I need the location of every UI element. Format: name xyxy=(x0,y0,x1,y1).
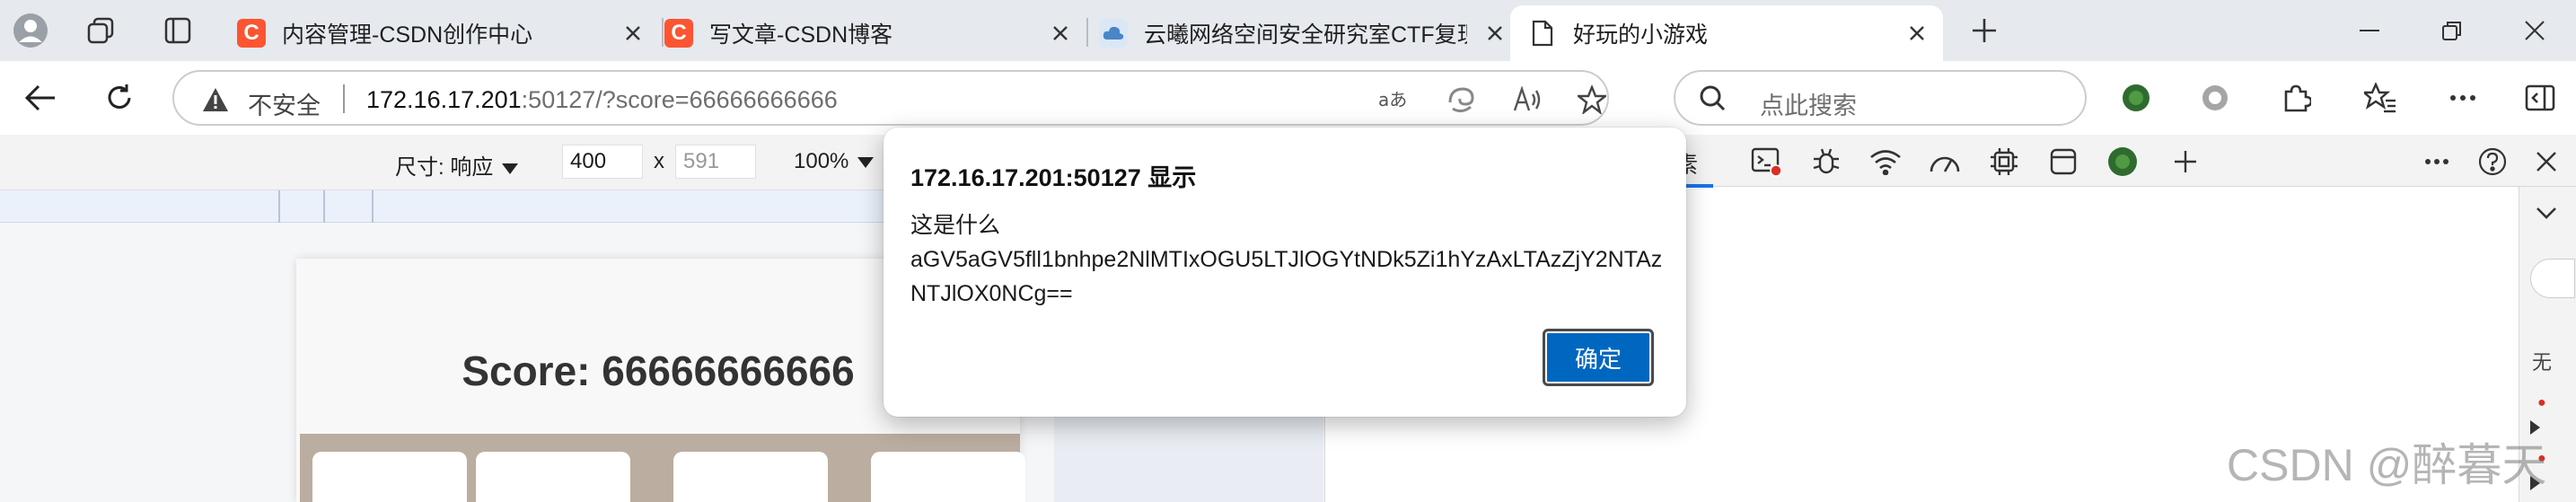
close-icon[interactable] xyxy=(620,20,646,47)
dialog-message-line: NTJlOX0NCg== xyxy=(910,281,1073,306)
read-aloud-icon[interactable] xyxy=(1510,83,1544,117)
dialog-message: 这是什么 aGV5aGV5fll1bnhpe2NlMTIxOGU5LTJlOGY… xyxy=(910,208,1665,311)
sidebar-toggle-icon[interactable] xyxy=(2519,77,2561,119)
grid-cell xyxy=(871,452,1025,502)
security-label[interactable]: 不安全 xyxy=(248,86,321,121)
favorite-star-icon[interactable] xyxy=(1575,83,1609,117)
tab-actions-icon[interactable] xyxy=(160,13,196,48)
grid-cell xyxy=(673,452,828,502)
devtools-close-icon[interactable] xyxy=(2530,145,2563,178)
warning-icon[interactable] xyxy=(201,86,230,118)
more-menu-icon[interactable] xyxy=(2442,77,2484,119)
dimensions-label: 尺寸: 响应 xyxy=(395,155,494,180)
device-width-input[interactable]: 400 xyxy=(562,145,643,179)
filter-input[interactable] xyxy=(2530,259,2575,298)
tab-title: 写文章-CSDN博客 xyxy=(709,22,893,48)
ruler-mark xyxy=(372,190,374,223)
csdn-icon: C xyxy=(237,19,266,48)
favorites-icon[interactable] xyxy=(2360,77,2401,119)
grid-cell xyxy=(312,452,467,502)
watermark: CSDN @醉暮天 xyxy=(2227,440,2547,490)
close-icon[interactable] xyxy=(1903,20,1930,47)
dimension-separator: x xyxy=(654,149,664,173)
window-close-icon[interactable] xyxy=(2493,0,2576,61)
translate-icon[interactable]: aあ xyxy=(1377,83,1411,117)
back-icon[interactable] xyxy=(20,77,61,119)
dialog-title: 172.16.17.201:50127 显示 xyxy=(910,164,1197,191)
dialog-message-line: aGV5aGV5fll1bnhpe2NlMTIxOGU5LTJlOGYtNDk5… xyxy=(910,247,1663,272)
tab-game[interactable]: 好玩的小游戏 xyxy=(1510,5,1943,61)
edge-copilot-icon[interactable] xyxy=(1444,83,1478,117)
tab-ctf[interactable]: 云曦网络空间安全研究室CTF复现 xyxy=(1081,5,1521,61)
search-placeholder: 点此搜索 xyxy=(1760,92,1857,119)
tab-title: 内容管理-CSDN创作中心 xyxy=(282,22,533,48)
address-bar[interactable]: 不安全 172.16.17.201:50127/?score=666666666… xyxy=(172,70,1609,126)
wifi-icon[interactable] xyxy=(1869,145,1902,178)
error-dot: ● xyxy=(2537,395,2546,410)
tab-csdn-content[interactable]: C 内容管理-CSDN创作中心 xyxy=(219,5,659,61)
more-tools-plus-icon[interactable] xyxy=(2169,145,2202,178)
refresh-icon[interactable] xyxy=(99,77,140,119)
help-icon[interactable] xyxy=(2476,145,2509,178)
performance-icon[interactable] xyxy=(1929,145,1961,178)
game-board xyxy=(300,434,1025,502)
new-tab-icon[interactable] xyxy=(1966,13,2002,48)
extensions-puzzle-icon[interactable] xyxy=(2275,77,2317,119)
zoom-select[interactable]: 100% xyxy=(794,149,875,174)
url-text[interactable]: 172.16.17.201:50127/?score=66666666666 xyxy=(366,86,838,114)
application-panel-icon[interactable] xyxy=(2047,145,2079,178)
url-host: 172.16.17.201 xyxy=(366,86,522,113)
csdn-icon: C xyxy=(664,19,693,48)
tab-csdn-write[interactable]: C 写文章-CSDN博客 xyxy=(646,5,1086,61)
address-divider xyxy=(343,84,345,113)
ruler-mark xyxy=(278,190,280,223)
bug-icon[interactable] xyxy=(1810,145,1842,178)
url-path: :50127/?score=66666666666 xyxy=(521,86,838,113)
dimensions-select[interactable]: 尺寸: 响应 xyxy=(395,149,519,181)
close-icon[interactable] xyxy=(1047,20,1074,47)
restore-icon[interactable] xyxy=(2411,0,2493,61)
search-icon xyxy=(1699,84,1726,116)
navigation-toolbar: 不安全 172.16.17.201:50127/?score=666666666… xyxy=(0,61,2576,135)
dialog-message-line: 这是什么 xyxy=(910,213,1001,238)
profile-avatar-icon[interactable] xyxy=(13,13,48,48)
extension-green-icon[interactable] xyxy=(2106,145,2139,178)
chevron-down-icon[interactable] xyxy=(2536,207,2557,224)
device-height-input[interactable]: 591 xyxy=(675,145,756,179)
svg-text:aあ: aあ xyxy=(1378,89,1407,110)
memory-chip-icon[interactable] xyxy=(1988,145,2020,178)
grid-cell xyxy=(476,452,630,502)
extension-green-icon[interactable] xyxy=(2115,77,2157,119)
close-icon[interactable] xyxy=(1481,20,1508,47)
console-icon[interactable] xyxy=(1751,145,1783,178)
ok-button[interactable]: 确定 xyxy=(1543,329,1654,386)
tab-title: 云曦网络空间安全研究室CTF复现 xyxy=(1144,22,1467,48)
extension-circle-icon[interactable] xyxy=(2194,77,2236,119)
alert-dialog: 172.16.17.201:50127 显示 这是什么 aGV5aGV5fll1… xyxy=(884,128,1686,417)
collections-icon[interactable] xyxy=(83,13,119,48)
cloud-icon xyxy=(1099,19,1128,48)
minimize-icon[interactable] xyxy=(2328,0,2411,61)
chevron-down-icon xyxy=(502,163,519,174)
chevron-down-icon xyxy=(857,156,875,168)
page-icon xyxy=(1528,19,1557,48)
tab-title: 好玩的小游戏 xyxy=(1573,22,1709,48)
search-box[interactable]: 点此搜索 xyxy=(1674,70,2087,126)
tab-strip: C 内容管理-CSDN创作中心 C 写文章-CSDN博客 云曦网络空间安全研究室… xyxy=(0,0,2576,61)
zoom-label: 100% xyxy=(794,149,849,173)
side-status-text: 无 xyxy=(2532,351,2553,374)
devtools-menu-icon[interactable] xyxy=(2421,145,2453,178)
ruler-mark xyxy=(323,190,325,223)
